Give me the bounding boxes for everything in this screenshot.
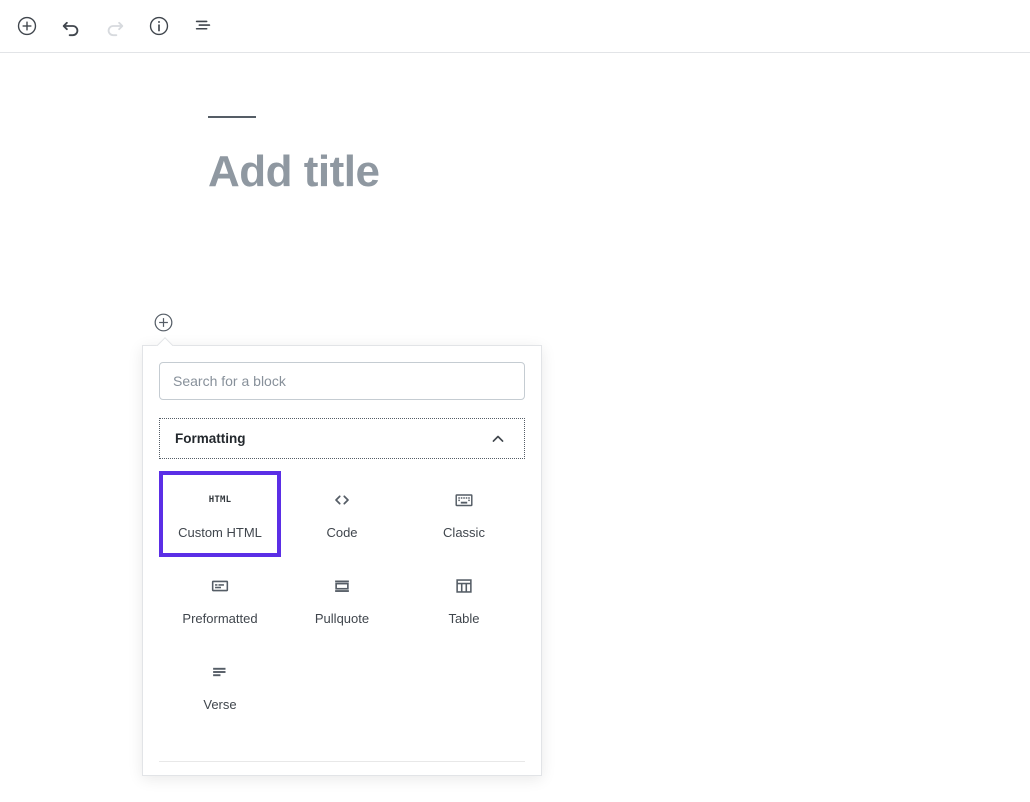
block-item-code[interactable]: Code bbox=[281, 471, 403, 557]
verse-lines-icon bbox=[209, 659, 231, 685]
block-item-pullquote[interactable]: Pullquote bbox=[281, 557, 403, 643]
block-item-label: Custom HTML bbox=[178, 525, 262, 541]
editor-canvas: Add title Formatting bbox=[0, 53, 1030, 802]
block-item-preformatted[interactable]: Preformatted bbox=[159, 557, 281, 643]
circle-plus-icon bbox=[16, 15, 38, 37]
block-inserter-toggle[interactable] bbox=[152, 313, 174, 335]
preformatted-icon bbox=[209, 573, 231, 599]
angle-brackets-icon bbox=[331, 487, 353, 513]
chevron-up-icon bbox=[488, 429, 508, 449]
search-input[interactable] bbox=[159, 362, 525, 400]
block-item-label: Verse bbox=[203, 697, 237, 713]
editor-toolbar bbox=[0, 0, 1030, 53]
list-view-icon bbox=[192, 15, 214, 37]
block-navigation-button[interactable] bbox=[185, 8, 221, 44]
block-item-label: Pullquote bbox=[314, 611, 370, 627]
block-item-label: Table bbox=[448, 611, 480, 627]
redo-button[interactable] bbox=[97, 8, 133, 44]
panel-header-label: Formatting bbox=[175, 431, 246, 446]
post-title-area: Add title bbox=[208, 116, 808, 196]
block-inserter-popover: Formatting HTML Custom HTML bbox=[142, 345, 542, 776]
block-item-classic[interactable]: Classic bbox=[403, 471, 525, 557]
block-item-label: Preformatted bbox=[182, 611, 258, 627]
block-item-label: Classic bbox=[443, 525, 485, 541]
block-item-label: Code bbox=[326, 525, 358, 541]
title-separator-rule bbox=[208, 116, 256, 118]
add-block-button[interactable] bbox=[9, 8, 45, 44]
table-icon bbox=[453, 573, 475, 599]
inserter-panel-body: Formatting HTML Custom HTML Code Classic… bbox=[143, 400, 541, 773]
block-item-custom-html[interactable]: HTML Custom HTML bbox=[159, 471, 281, 557]
undo-icon bbox=[60, 15, 82, 37]
block-type-grid: HTML Custom HTML Code Classic Preformatt… bbox=[159, 471, 525, 729]
pullquote-icon bbox=[331, 573, 353, 599]
redo-icon bbox=[104, 15, 126, 37]
panel-header-formatting[interactable]: Formatting bbox=[159, 418, 525, 459]
inserter-bottom-divider bbox=[159, 761, 525, 762]
circle-info-icon bbox=[148, 15, 170, 37]
keyboard-icon bbox=[453, 487, 475, 513]
undo-button[interactable] bbox=[53, 8, 89, 44]
block-item-verse[interactable]: Verse bbox=[159, 643, 281, 729]
popover-arrow bbox=[156, 337, 174, 346]
post-title-placeholder[interactable]: Add title bbox=[208, 147, 808, 196]
circle-plus-icon bbox=[153, 312, 174, 336]
html-text-icon: HTML bbox=[208, 495, 232, 506]
content-info-button[interactable] bbox=[141, 8, 177, 44]
block-item-table[interactable]: Table bbox=[403, 557, 525, 643]
inserter-search-wrap bbox=[143, 346, 541, 400]
